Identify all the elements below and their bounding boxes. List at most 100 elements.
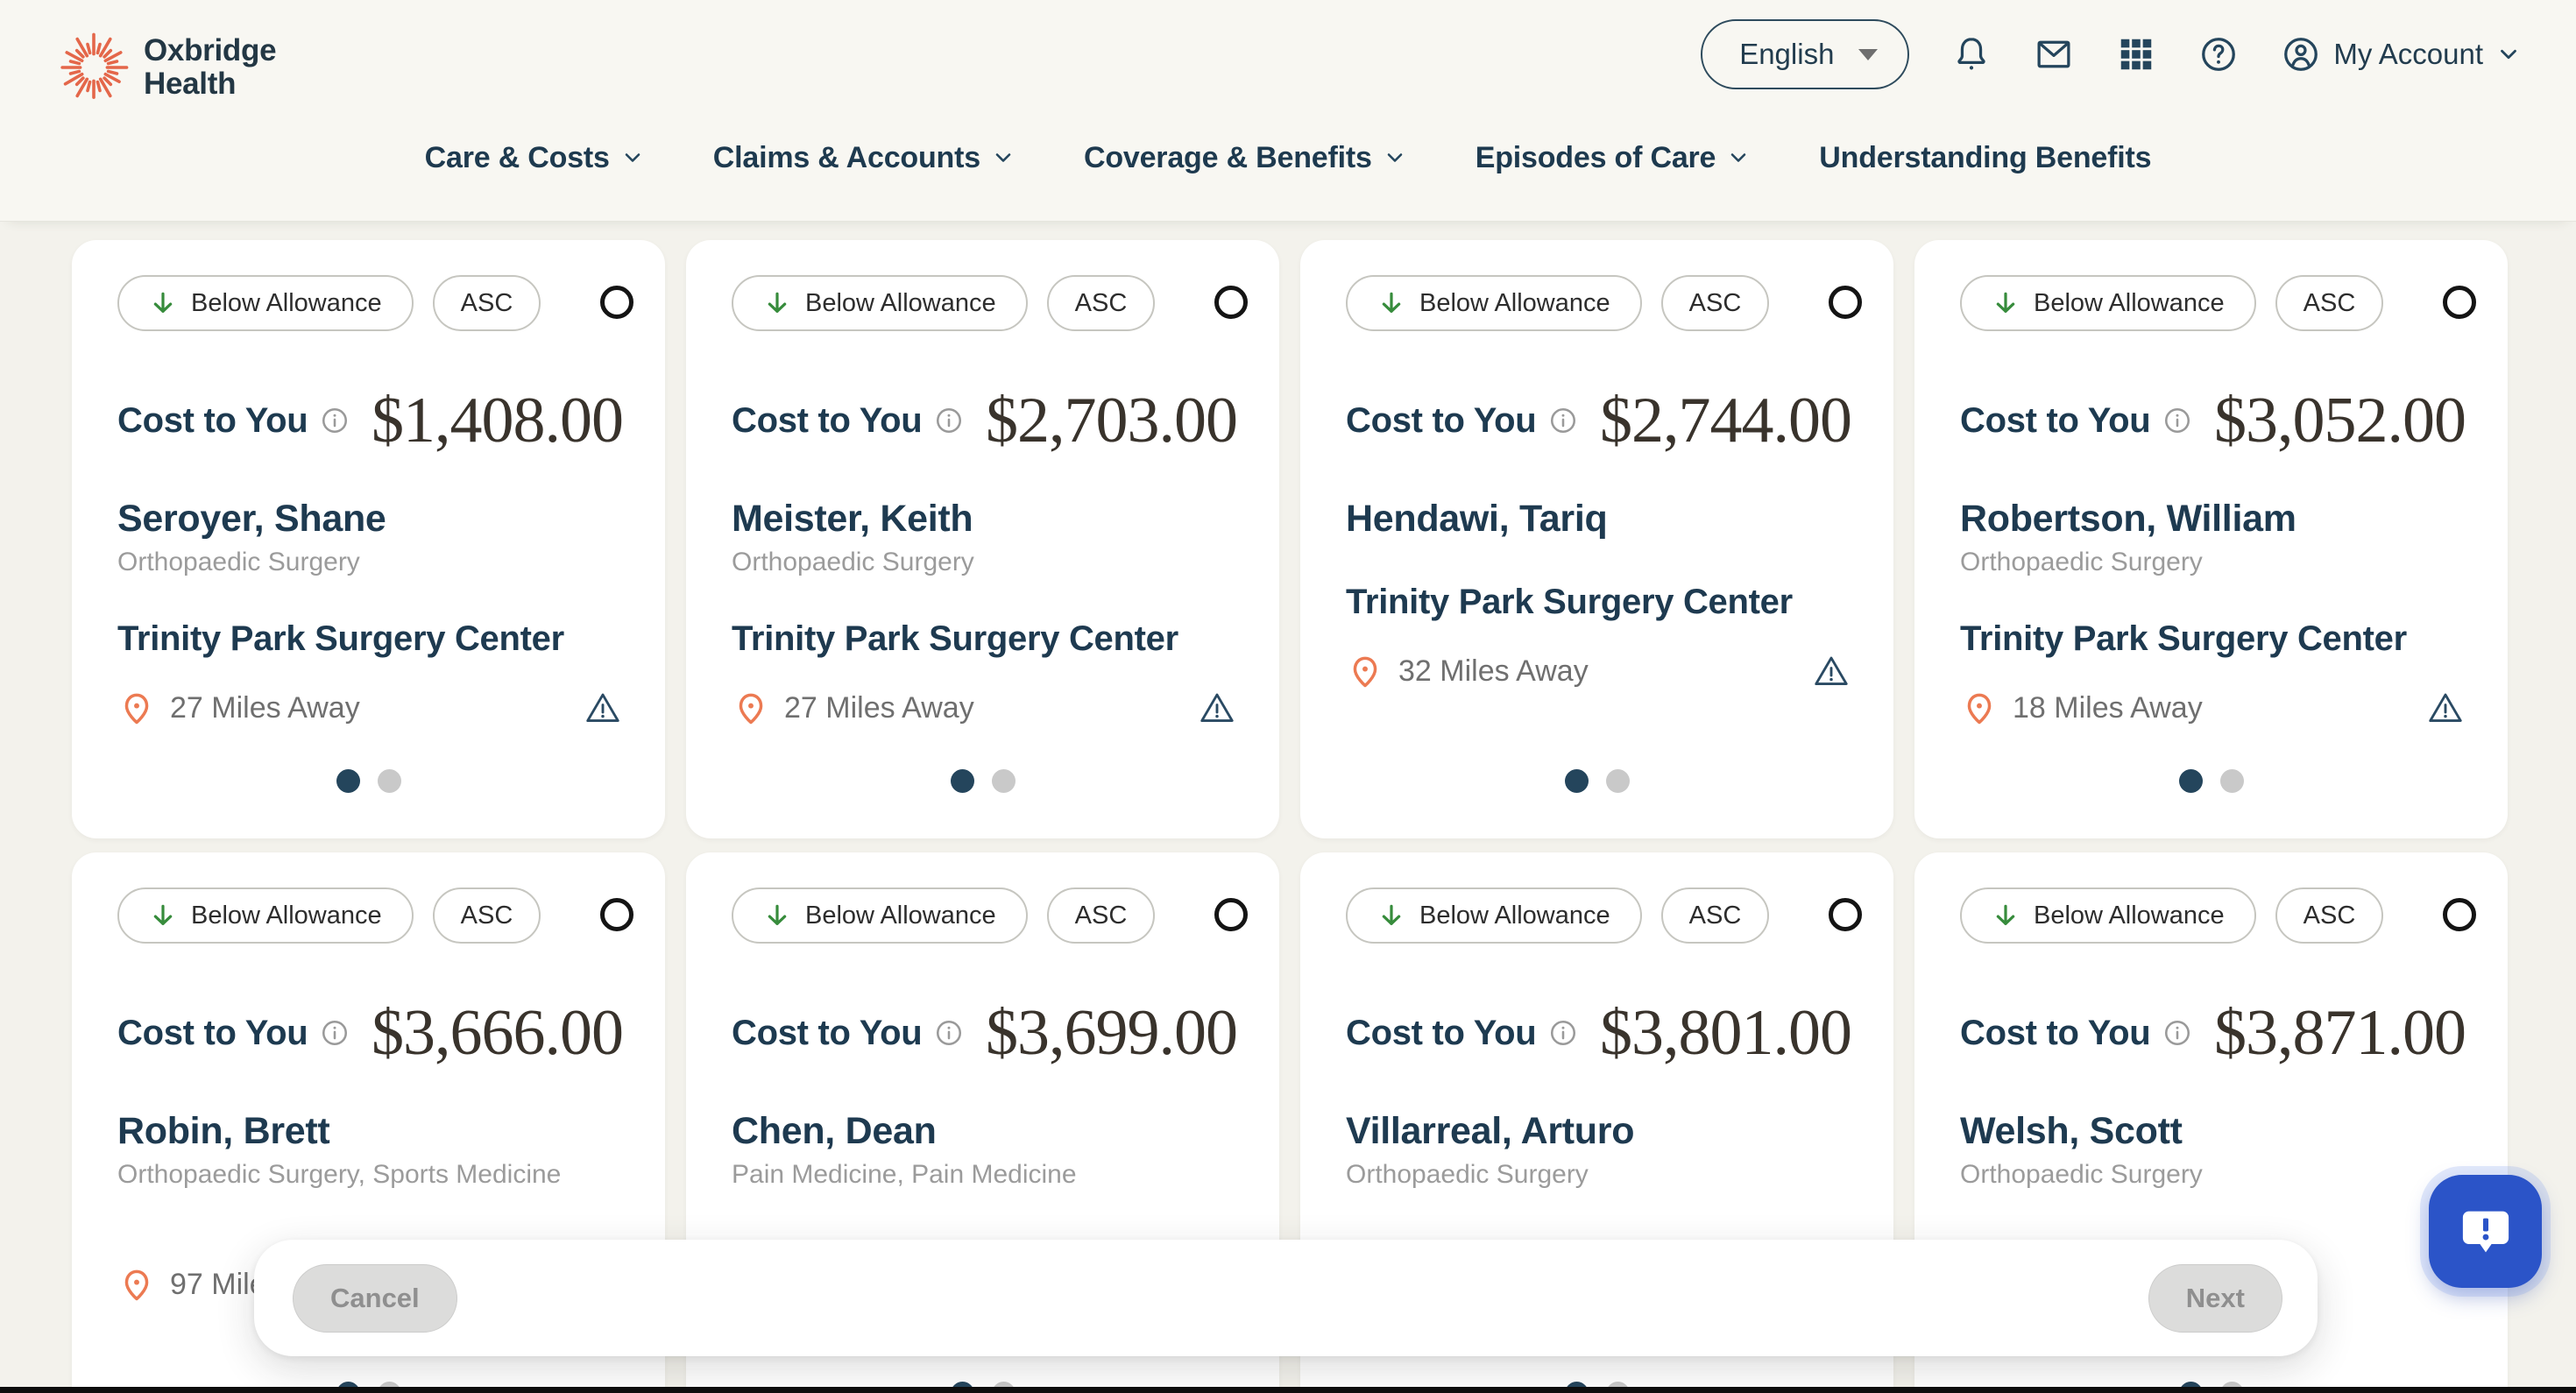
- messages-mail-icon[interactable]: [2034, 34, 2074, 74]
- provider-name[interactable]: Hendawi, Tariq: [1346, 498, 1851, 541]
- info-icon[interactable]: [1548, 406, 1578, 435]
- provider-name[interactable]: Robertson, William: [1960, 498, 2466, 541]
- location-pin-icon: [1960, 689, 1999, 727]
- distance-row: 27 Miles Away: [117, 683, 623, 732]
- provider-name[interactable]: Villarreal, Arturo: [1346, 1110, 1851, 1153]
- provider-name[interactable]: Robin, Brett: [117, 1110, 623, 1153]
- provider-name[interactable]: Chen, Dean: [732, 1110, 1237, 1153]
- notifications-bell-icon[interactable]: [1951, 34, 1992, 74]
- cancel-button[interactable]: Cancel: [293, 1264, 457, 1333]
- provider-specialty: Pain Medicine, Pain Medicine: [732, 1160, 1237, 1190]
- cost-row: Cost to You $2,744.00: [1346, 385, 1851, 456]
- cost-to-you-label: Cost to You: [1960, 401, 2150, 441]
- select-provider-radio[interactable]: [600, 286, 633, 319]
- cost-amount: $3,666.00: [372, 998, 623, 1068]
- info-icon[interactable]: [320, 406, 350, 435]
- carousel-dot-active[interactable]: [1565, 769, 1589, 793]
- location-pin-icon: [117, 689, 156, 727]
- select-provider-radio[interactable]: [1829, 898, 1862, 931]
- select-provider-radio[interactable]: [600, 898, 633, 931]
- language-value: English: [1739, 38, 1834, 71]
- cost-row: Cost to You $3,052.00: [1960, 385, 2466, 456]
- cost-amount: $3,801.00: [1600, 998, 1851, 1068]
- help-icon[interactable]: [2198, 34, 2239, 74]
- nav-item-understanding-benefits[interactable]: Understanding Benefits: [1819, 141, 2151, 175]
- provider-specialty: Orthopaedic Surgery: [1960, 1160, 2466, 1190]
- arrow-down-icon: [1992, 902, 2020, 930]
- info-icon[interactable]: [320, 1018, 350, 1048]
- nav-item-claims-accounts[interactable]: Claims & Accounts: [713, 141, 1016, 175]
- arrow-down-icon: [1992, 289, 2020, 317]
- provider-name[interactable]: Welsh, Scott: [1960, 1110, 2466, 1153]
- carousel-dot-active[interactable]: [336, 769, 360, 793]
- distance-text: 27 Miles Away: [784, 691, 974, 725]
- location-pin-icon: [732, 689, 770, 727]
- facility-name[interactable]: Trinity Park Surgery Center: [732, 619, 1237, 659]
- select-provider-radio[interactable]: [1829, 286, 1862, 319]
- distance-text: 32 Miles Away: [1398, 654, 1589, 689]
- my-account-menu[interactable]: My Account: [2281, 34, 2522, 74]
- facility-name[interactable]: Trinity Park Surgery Center: [1960, 619, 2466, 659]
- next-button[interactable]: Next: [2148, 1264, 2282, 1333]
- main-navigation: Care & Costs Claims & Accounts Coverage …: [0, 124, 2576, 191]
- provider-name[interactable]: Meister, Keith: [732, 498, 1237, 541]
- carousel-dot[interactable]: [2220, 769, 2244, 793]
- caret-down-icon: [1858, 49, 1878, 60]
- warning-triangle-icon[interactable]: [1811, 651, 1851, 691]
- cost-row: Cost to You $3,801.00: [1346, 998, 1851, 1068]
- chat-bubble-icon: [2457, 1203, 2515, 1261]
- cost-to-you-label: Cost to You: [1346, 401, 1536, 441]
- nav-item-episodes-of-care[interactable]: Episodes of Care: [1476, 141, 1752, 175]
- facility-name[interactable]: Trinity Park Surgery Center: [117, 619, 623, 659]
- info-icon[interactable]: [934, 406, 964, 435]
- warning-triangle-icon[interactable]: [2425, 688, 2466, 728]
- below-allowance-badge: Below Allowance: [117, 275, 414, 331]
- arrow-down-icon: [1377, 902, 1405, 930]
- badges-row: Below Allowance ASC: [732, 275, 1237, 331]
- chat-support-button[interactable]: [2429, 1175, 2542, 1288]
- select-provider-radio[interactable]: [1214, 286, 1248, 319]
- below-allowance-badge: Below Allowance: [1960, 275, 2256, 331]
- arrow-down-icon: [763, 902, 791, 930]
- provider-card: Below Allowance ASC Cost to You $3,052.0…: [1914, 240, 2508, 838]
- carousel-dot-active[interactable]: [951, 769, 974, 793]
- cost-row: Cost to You $3,871.00: [1960, 998, 2466, 1068]
- warning-triangle-icon[interactable]: [583, 688, 623, 728]
- asc-badge: ASC: [1661, 275, 1770, 331]
- brand-logo[interactable]: Oxbridge Health: [58, 32, 276, 103]
- chevron-down-icon: [620, 145, 645, 170]
- badges-row: Below Allowance ASC: [1346, 887, 1851, 944]
- select-provider-radio[interactable]: [2443, 286, 2476, 319]
- facility-name[interactable]: Trinity Park Surgery Center: [1346, 583, 1851, 622]
- nav-item-coverage-benefits[interactable]: Coverage & Benefits: [1084, 141, 1407, 175]
- asc-badge: ASC: [1047, 275, 1156, 331]
- cost-amount: $3,699.00: [986, 998, 1237, 1068]
- arrow-down-icon: [763, 289, 791, 317]
- provider-specialty: Orthopaedic Surgery: [1960, 548, 2466, 577]
- select-provider-radio[interactable]: [1214, 898, 1248, 931]
- warning-triangle-icon[interactable]: [1197, 688, 1237, 728]
- info-icon[interactable]: [2162, 1018, 2192, 1048]
- cost-amount: $2,703.00: [986, 385, 1237, 456]
- apps-grid-icon[interactable]: [2116, 34, 2156, 74]
- info-icon[interactable]: [1548, 1018, 1578, 1048]
- carousel-dot[interactable]: [378, 769, 401, 793]
- chevron-down-icon: [1383, 145, 1407, 170]
- info-icon[interactable]: [2162, 406, 2192, 435]
- cost-to-you-label: Cost to You: [1346, 1014, 1536, 1053]
- account-person-icon: [2281, 34, 2321, 74]
- carousel-dot[interactable]: [992, 769, 1016, 793]
- bottom-edge-strip: [0, 1387, 2576, 1393]
- carousel-dot[interactable]: [1606, 769, 1630, 793]
- provider-card: Below Allowance ASC Cost to You $2,744.0…: [1300, 240, 1893, 838]
- provider-results-grid: Below Allowance ASC Cost to You $1,408.0…: [72, 240, 2508, 1393]
- nav-item-care-costs[interactable]: Care & Costs: [425, 141, 645, 175]
- badges-row: Below Allowance ASC: [117, 275, 623, 331]
- language-selector[interactable]: English: [1701, 19, 1909, 89]
- select-provider-radio[interactable]: [2443, 898, 2476, 931]
- carousel-dot-active[interactable]: [2179, 769, 2203, 793]
- info-icon[interactable]: [934, 1018, 964, 1048]
- provider-name[interactable]: Seroyer, Shane: [117, 498, 623, 541]
- distance-text: 18 Miles Away: [2013, 691, 2203, 725]
- selection-action-bar: Cancel Next: [254, 1240, 2318, 1356]
